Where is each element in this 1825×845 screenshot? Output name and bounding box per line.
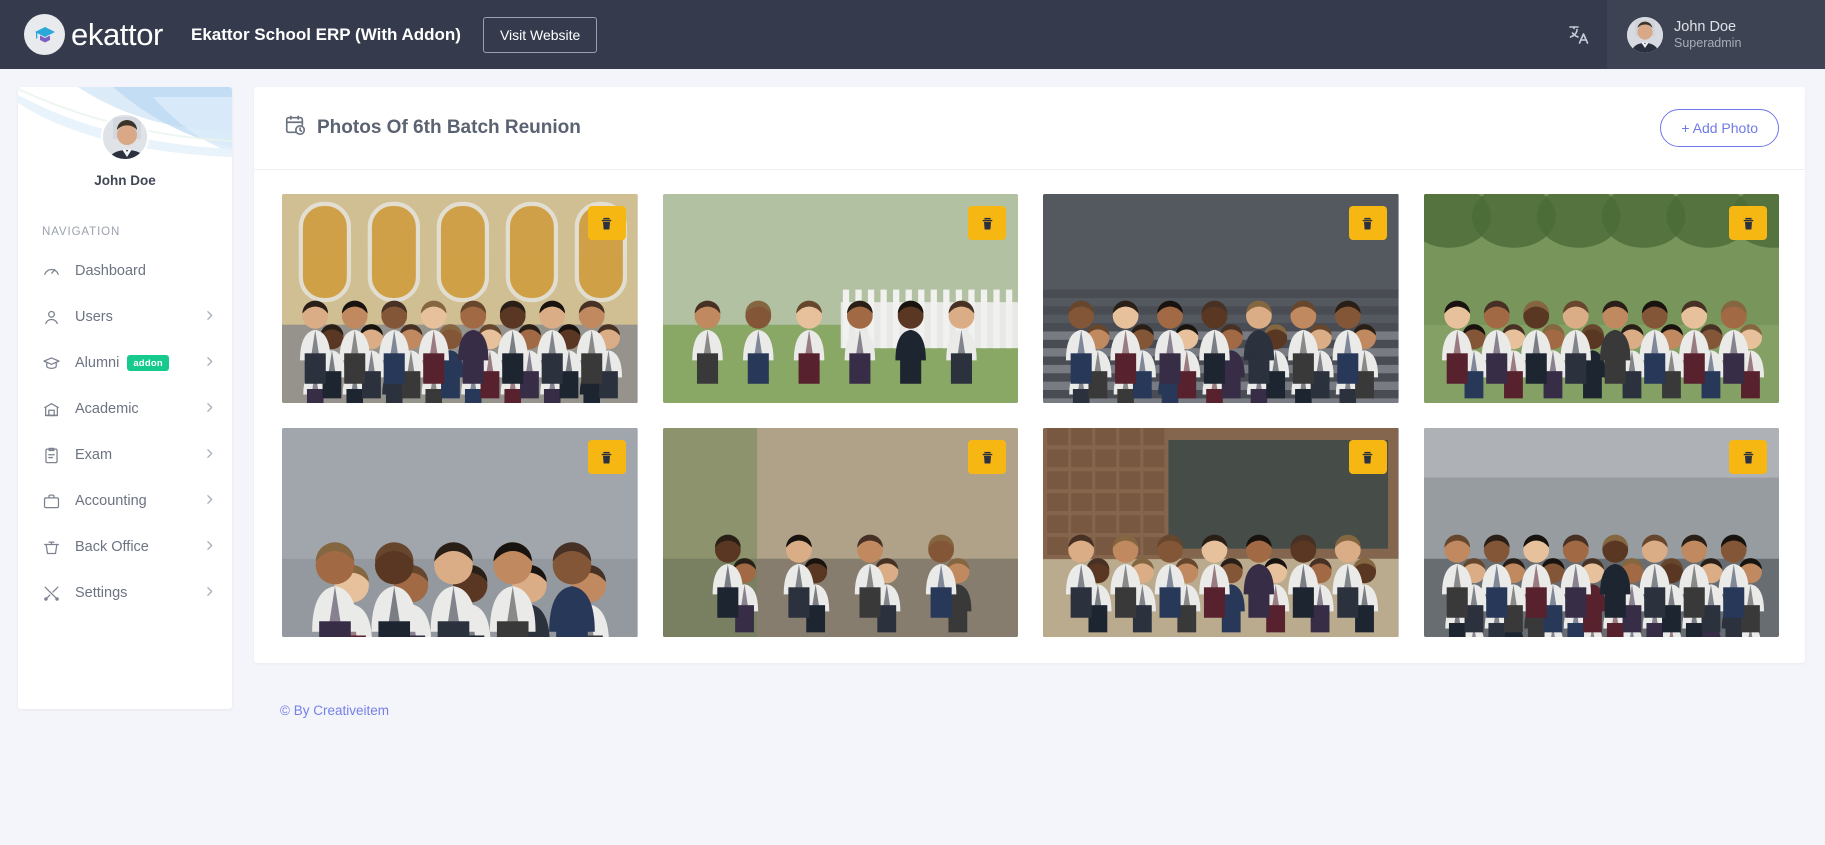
sidebar: John Doe NAVIGATION Dashboard Users Alumni… — [18, 87, 232, 709]
top-bar: ekattor Ekattor School ERP (With Addon) … — [0, 0, 1825, 69]
trash-icon — [1741, 215, 1756, 232]
sidebar-item-dashboard[interactable]: Dashboard — [18, 248, 232, 294]
sidebar-item-label: Dashboard — [75, 263, 146, 279]
photo-item[interactable] — [1043, 194, 1399, 403]
photo-item[interactable] — [1423, 194, 1779, 403]
gallery-card: Photos Of 6th Batch Reunion + Add Photo — [254, 87, 1805, 663]
chevron-right-icon — [203, 585, 216, 602]
sidebar-item-label: Settings — [75, 585, 128, 601]
sidebar-nav: Dashboard Users Alumni addon Academic Exam Acc… — [18, 248, 232, 616]
chevron-right-icon — [203, 401, 216, 418]
graduation-cap-icon — [42, 354, 61, 373]
photo-item[interactable] — [1043, 428, 1399, 637]
photo-item[interactable] — [662, 194, 1018, 403]
sidebar-item-settings[interactable]: Settings — [18, 570, 232, 616]
user-menu[interactable]: John Doe Superadmin — [1607, 0, 1825, 69]
avatar — [1627, 16, 1663, 53]
delete-photo-button[interactable] — [1729, 206, 1767, 240]
navigation-heading: NAVIGATION — [42, 226, 121, 238]
footer-copyright: © By Creativeitem — [280, 703, 389, 718]
trash-icon — [980, 215, 995, 232]
top-bar-right: John Doe Superadmin — [1551, 0, 1825, 69]
main-content: Photos Of 6th Batch Reunion + Add Photo … — [254, 87, 1805, 845]
chevron-right-icon — [203, 355, 216, 372]
sidebar-item-label: Academic — [75, 401, 139, 417]
chevron-right-icon — [203, 309, 216, 326]
profile-avatar — [101, 113, 149, 161]
sidebar-item-academic[interactable]: Academic — [18, 386, 232, 432]
delete-photo-button[interactable] — [1348, 440, 1387, 474]
trash-icon — [980, 449, 995, 466]
trash-icon — [1360, 449, 1375, 466]
photo-grid — [254, 170, 1805, 663]
photo-item[interactable] — [1423, 428, 1779, 637]
app-title: Ekattor School ERP (With Addon) — [190, 24, 461, 44]
addon-badge: addon — [127, 355, 169, 371]
calendar-clock-icon — [284, 114, 306, 142]
sidebar-item-alumni[interactable]: Alumni addon — [18, 340, 232, 386]
translate-icon[interactable] — [1551, 0, 1607, 69]
delete-photo-button[interactable] — [968, 206, 1006, 240]
delete-photo-button[interactable] — [587, 440, 626, 474]
chevron-right-icon — [203, 493, 216, 510]
photo-item[interactable] — [282, 428, 638, 637]
sidebar-profile-name: John Doe — [94, 173, 156, 188]
clipboard-icon — [42, 446, 61, 465]
logo-wordmark: ekattor — [71, 16, 163, 52]
delete-photo-button[interactable] — [1729, 440, 1767, 474]
card-header: Photos Of 6th Batch Reunion + Add Photo — [254, 87, 1805, 170]
sidebar-item-label: Users — [75, 309, 113, 325]
sidebar-item-label: Alumni — [75, 355, 120, 371]
trash-icon — [599, 215, 614, 232]
brand-logo[interactable]: ekattor — [0, 14, 163, 55]
trash-icon — [1360, 215, 1375, 232]
bank-building-icon — [42, 400, 61, 419]
trash-icon — [1741, 449, 1756, 466]
sidebar-item-accounting[interactable]: Accounting — [18, 478, 232, 524]
speedometer-icon — [42, 262, 61, 281]
chevron-right-icon — [203, 447, 216, 464]
basket-icon — [42, 538, 61, 557]
sidebar-item-label: Back Office — [75, 539, 149, 555]
delete-photo-button[interactable] — [1348, 206, 1387, 240]
sidebar-item-label: Accounting — [75, 493, 147, 509]
tools-icon — [42, 584, 61, 603]
graduation-cap-logo-icon — [24, 14, 65, 55]
sidebar-item-exam[interactable]: Exam — [18, 432, 232, 478]
visit-website-button[interactable]: Visit Website — [482, 16, 598, 53]
user-icon — [42, 308, 61, 327]
user-name: John Doe — [1674, 18, 1737, 35]
sidebar-item-back-office[interactable]: Back Office — [18, 524, 232, 570]
page-title: Photos Of 6th Batch Reunion — [284, 114, 581, 142]
chevron-right-icon — [203, 539, 216, 556]
sidebar-item-users[interactable]: Users — [18, 294, 232, 340]
page-title-text: Photos Of 6th Batch Reunion — [317, 117, 581, 138]
user-role: Superadmin — [1674, 35, 1742, 50]
trash-icon — [599, 449, 614, 466]
sidebar-profile: John Doe — [18, 87, 232, 188]
sidebar-item-label: Exam — [75, 447, 113, 463]
delete-photo-button[interactable] — [587, 206, 626, 240]
briefcase-icon — [42, 492, 61, 511]
photo-item[interactable] — [282, 194, 638, 403]
photo-item[interactable] — [662, 428, 1018, 637]
add-photo-button[interactable]: + Add Photo — [1660, 109, 1779, 147]
delete-photo-button[interactable] — [968, 440, 1006, 474]
